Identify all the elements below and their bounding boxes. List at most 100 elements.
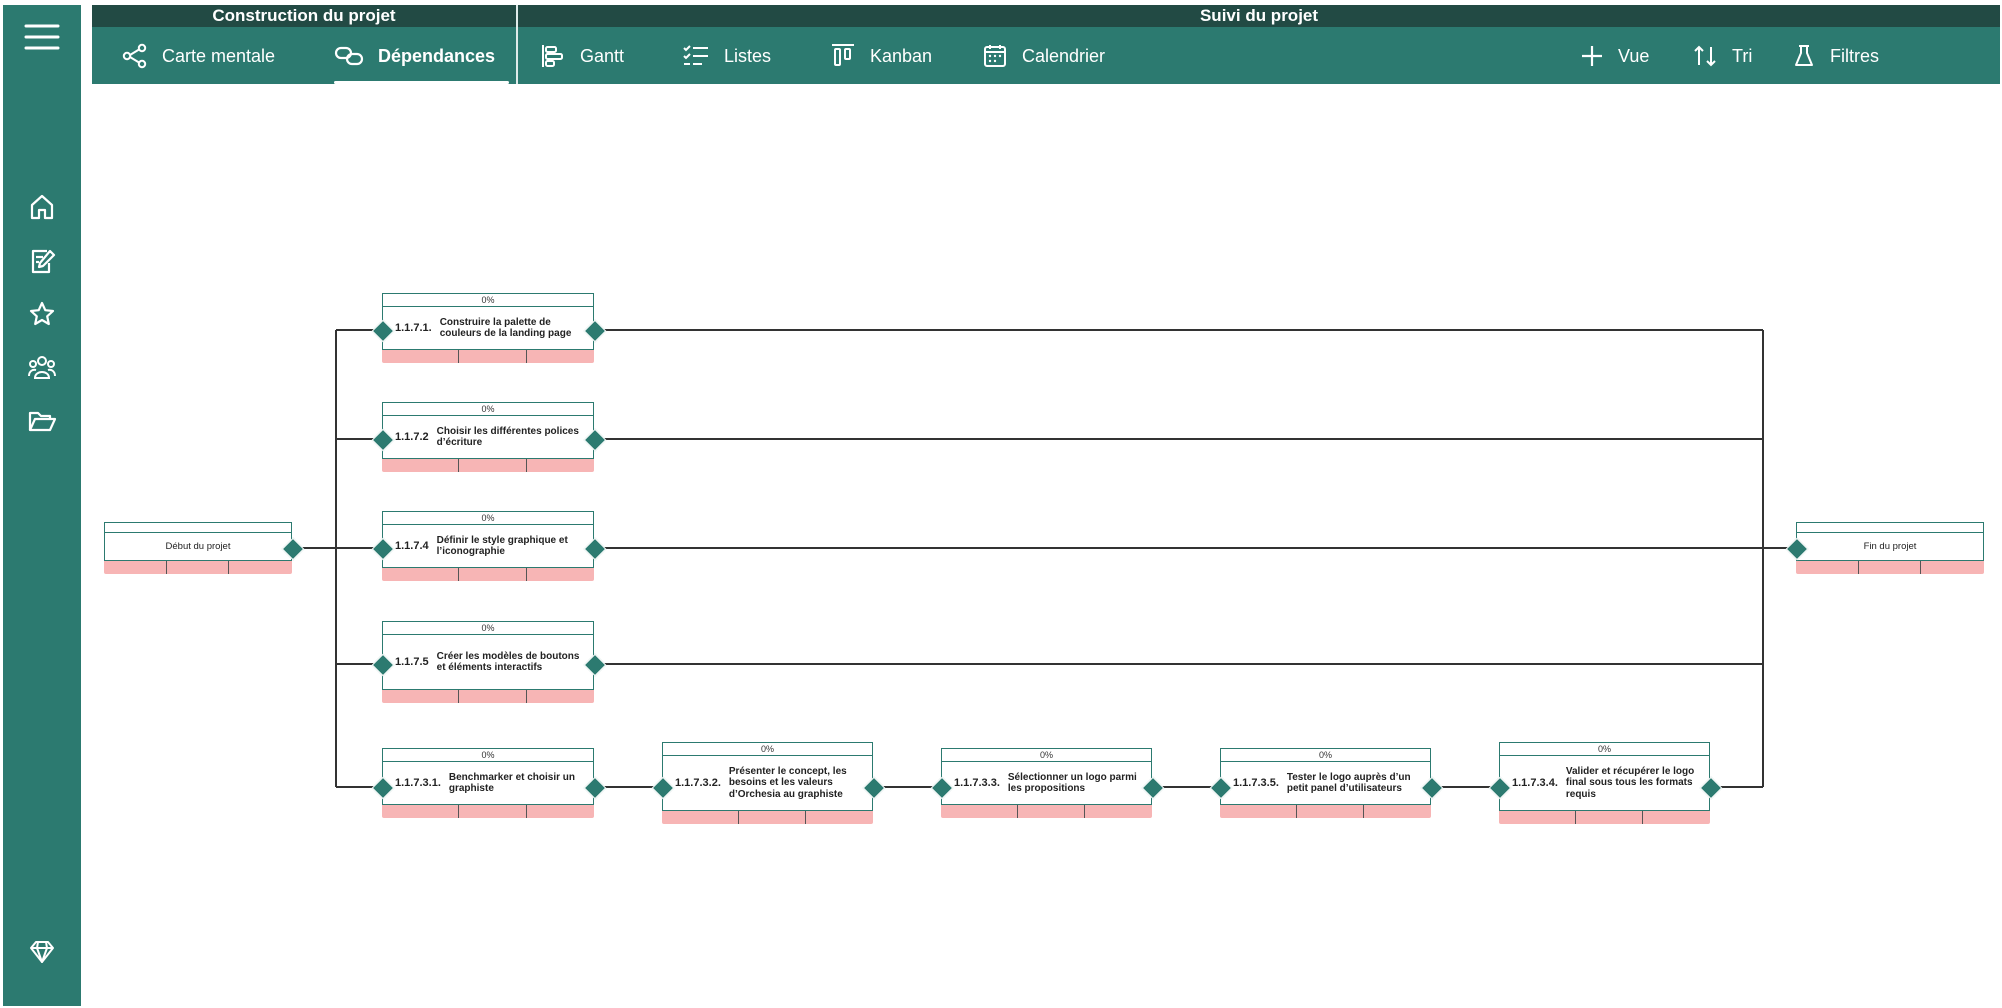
- action-label: Vue: [1618, 45, 1650, 66]
- diamond-icon: [30, 941, 54, 963]
- sidebar: [3, 5, 81, 1006]
- menu-icon: [24, 24, 60, 50]
- calendar-icon: [984, 45, 1006, 67]
- progress-bar: [1220, 805, 1431, 818]
- task-progress-percent: 0%: [382, 402, 594, 415]
- task-code: 1.1.7.4: [395, 540, 429, 552]
- task-title: Définir le style graphique et l’iconogra…: [436, 534, 568, 558]
- milestone-label: Début du projet: [165, 540, 231, 552]
- sidebar-item-folders[interactable]: [20, 401, 64, 441]
- progress-bar: [662, 811, 873, 824]
- tab-kanban[interactable]: Kanban: [830, 38, 932, 74]
- task-progress-percent: 0%: [1220, 748, 1431, 761]
- share-nodes-icon: [122, 43, 147, 69]
- milestone-start[interactable]: Début du projet: [104, 522, 292, 574]
- progress-bar: [382, 805, 594, 818]
- plus-icon: [1582, 46, 1602, 66]
- task-progress-percent: 0%: [382, 293, 594, 306]
- action-label: Filtres: [1830, 45, 1879, 66]
- kanban-icon: [832, 44, 854, 66]
- task-code: 1.1.7.3.1.: [395, 777, 441, 789]
- task-title: Présenter le concept, les besoins et les…: [728, 765, 847, 800]
- task-code: 1.1.7.3.4.: [1512, 777, 1558, 789]
- section-construction-title: Construction du projet: [92, 5, 516, 27]
- progress-bar: [1499, 811, 1710, 824]
- task-code: 1.1.7.5: [395, 656, 429, 668]
- task-code: 1.1.7.1.: [395, 322, 432, 334]
- team-icon: [28, 356, 56, 379]
- task-title: Créer les modèles de boutons et éléments…: [436, 650, 580, 674]
- home-icon: [30, 194, 54, 220]
- tab-label: Carte mentale: [162, 45, 276, 66]
- task-progress-percent: 0%: [1499, 742, 1710, 755]
- link-icon: [334, 46, 364, 66]
- progress-bar: [382, 350, 594, 363]
- milestone-top-band: [104, 522, 292, 532]
- progress-bar: [382, 568, 594, 581]
- task-progress-percent: 0%: [382, 748, 594, 761]
- task-code: 1.1.7.3.2.: [675, 777, 721, 789]
- tab-label: Listes: [724, 45, 772, 66]
- task-title: Benchmarker et choisir un graphiste: [448, 771, 576, 795]
- task-code: 1.1.7.2: [395, 431, 429, 443]
- task-card-1-1-7-3-2[interactable]: 0% 1.1.7.3.2. Présenter le concept, les …: [662, 742, 873, 824]
- task-title: Tester le logo auprès d’un petit panel d…: [1286, 771, 1411, 795]
- task-title: Choisir les différentes polices d’écritu…: [436, 425, 579, 449]
- task-card-1-1-7-5[interactable]: 0% 1.1.7.5 Créer les modèles de boutons …: [382, 621, 594, 703]
- progress-bar: [941, 805, 1152, 818]
- sidebar-item-edit[interactable]: [20, 241, 64, 281]
- flask-icon: [1795, 45, 1813, 66]
- task-card-1-1-7-3-3[interactable]: 0% 1.1.7.3.3. Sélectionner un logo parmi…: [941, 748, 1152, 818]
- add-view-button[interactable]: Vue: [1580, 38, 1649, 74]
- star-icon: [29, 301, 55, 326]
- progress-bar: [382, 690, 594, 703]
- task-card-1-1-7-1[interactable]: 0% 1.1.7.1. Construire la palette de cou…: [382, 293, 594, 363]
- tab-listes[interactable]: Listes: [682, 38, 771, 74]
- task-card-1-1-7-3-4[interactable]: 0% 1.1.7.3.4. Valider et récupérer le lo…: [1499, 742, 1710, 824]
- sidebar-item-home[interactable]: [20, 187, 64, 227]
- milestone-end[interactable]: Fin du projet: [1796, 522, 1984, 574]
- menu-button[interactable]: [20, 17, 64, 57]
- gantt-icon: [542, 45, 563, 67]
- task-title: Sélectionner un logo parmi les propositi…: [1007, 771, 1137, 795]
- task-progress-percent: 0%: [382, 621, 594, 634]
- task-code: 1.1.7.3.3.: [954, 777, 1000, 789]
- task-code: 1.1.7.3.5.: [1233, 777, 1279, 789]
- sort-icon: [1694, 45, 1716, 67]
- progress-bar: [382, 459, 594, 472]
- task-card-1-1-7-4[interactable]: 0% 1.1.7.4 Définir le style graphique et…: [382, 511, 594, 581]
- tab-gantt[interactable]: Gantt: [540, 38, 624, 74]
- section-divider: [516, 5, 518, 84]
- tab-label: Kanban: [870, 45, 933, 66]
- filter-button[interactable]: Filtres: [1792, 38, 1879, 74]
- action-label: Tri: [1732, 45, 1753, 66]
- task-card-1-1-7-2[interactable]: 0% 1.1.7.2 Choisir les différentes polic…: [382, 402, 594, 472]
- progress-bar: [104, 561, 292, 574]
- sidebar-item-team[interactable]: [20, 347, 64, 387]
- sort-button[interactable]: Tri: [1692, 38, 1752, 74]
- tab-calendrier[interactable]: Calendrier: [982, 38, 1105, 74]
- task-progress-percent: 0%: [662, 742, 873, 755]
- task-card-1-1-7-3-1[interactable]: 0% 1.1.7.3.1. Benchmarker et choisir un …: [382, 748, 594, 818]
- milestone-label: Fin du projet: [1863, 540, 1917, 552]
- sidebar-item-premium[interactable]: [20, 932, 64, 972]
- dependency-canvas[interactable]: Début du projet Fin du projet 0% 1.1.7.1…: [92, 84, 2000, 1008]
- edit-document-icon: [31, 249, 56, 274]
- checklist-icon: [683, 45, 708, 65]
- tab-label: Gantt: [580, 45, 625, 66]
- progress-bar: [1796, 561, 1984, 574]
- tab-label: Dépendances: [378, 45, 496, 66]
- tab-carte-mentale[interactable]: Carte mentale: [122, 38, 275, 74]
- task-title: Construire la palette de couleurs de la …: [439, 316, 572, 340]
- tab-dependances[interactable]: Dépendances: [334, 38, 495, 74]
- sidebar-item-favorites[interactable]: [20, 294, 64, 334]
- top-navigation: Construction du projet Suivi du projet C…: [92, 5, 2000, 84]
- section-tracking-title: Suivi du projet: [518, 5, 2000, 27]
- task-progress-percent: 0%: [941, 748, 1152, 761]
- task-progress-percent: 0%: [382, 511, 594, 524]
- tab-label: Calendrier: [1022, 45, 1106, 66]
- task-title: Valider et récupérer le logo final sous …: [1565, 765, 1695, 800]
- task-card-1-1-7-3-5[interactable]: 0% 1.1.7.3.5. Tester le logo auprès d’un…: [1220, 748, 1431, 818]
- folder-open-icon: [28, 411, 57, 432]
- milestone-top-band: [1796, 522, 1984, 532]
